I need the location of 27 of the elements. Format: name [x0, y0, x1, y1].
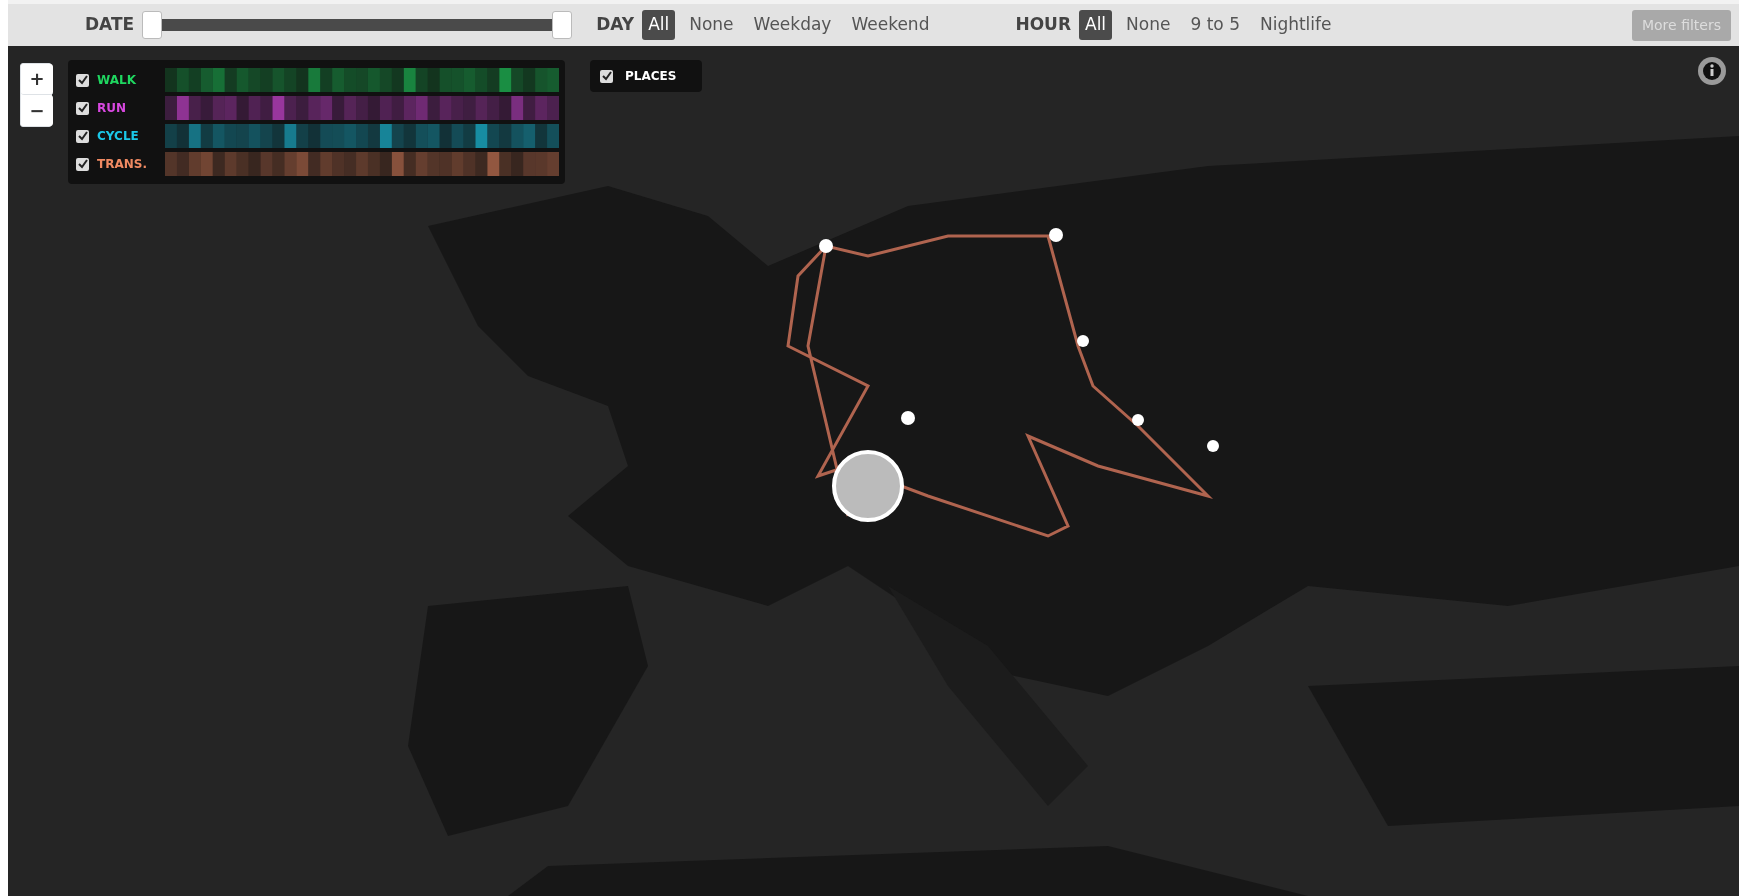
info-icon[interactable] — [1697, 56, 1727, 86]
places-label: PLACES — [625, 68, 677, 85]
filter-option[interactable]: Weekday — [747, 10, 838, 40]
filter-label: DAY — [596, 13, 635, 37]
layer-checkbox[interactable] — [76, 101, 89, 115]
zoom-out-button[interactable]: − — [21, 95, 53, 126]
layer-label: RUN — [97, 100, 128, 117]
filter-option[interactable]: All — [1079, 10, 1113, 40]
slider-handle[interactable] — [142, 11, 163, 39]
date-label: DATE — [85, 13, 135, 37]
slider-handle[interactable] — [552, 11, 573, 39]
places-checkbox[interactable] — [600, 69, 613, 83]
layer-checkbox[interactable] — [76, 73, 89, 87]
layer-label: CYCLE — [97, 128, 140, 145]
zoom-in-button[interactable]: + — [21, 64, 53, 95]
layer-label: WALK — [97, 72, 137, 89]
filter-option[interactable]: None — [683, 10, 740, 40]
filter-option[interactable]: Weekend — [845, 10, 936, 40]
filter-option[interactable]: None — [1120, 10, 1177, 40]
filter-option[interactable]: All — [642, 10, 676, 40]
layer-checkbox[interactable] — [76, 157, 89, 171]
filter-option[interactable]: 9 to 5 — [1184, 10, 1246, 40]
filter-option[interactable]: Nightlife — [1253, 10, 1338, 40]
layer-label: TRANS. — [97, 156, 148, 173]
filter-label: HOUR — [1015, 13, 1071, 37]
layer-checkbox[interactable] — [76, 129, 89, 143]
date-range-slider[interactable] — [142, 11, 573, 39]
